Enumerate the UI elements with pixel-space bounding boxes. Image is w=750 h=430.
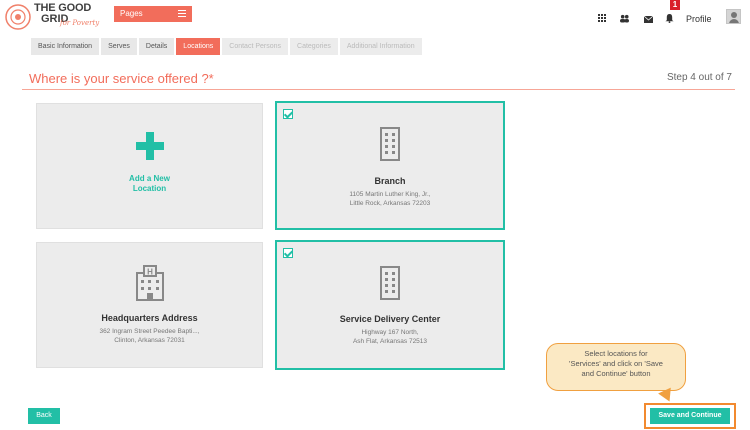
card-address-service-delivery-center: Highway 167 North, Ash Flat, Arkansas 72… <box>277 328 503 346</box>
tab-details[interactable]: Details <box>138 38 175 55</box>
divider <box>22 89 735 90</box>
location-card-service-delivery-center[interactable]: Service Delivery Center Highway 167 Nort… <box>275 240 505 370</box>
save-highlight-frame: Save and Continue <box>644 403 736 429</box>
wizard-tabs: Basic Information Serves Details Locatio… <box>31 38 424 55</box>
add-location-label-line-2: Location <box>132 184 167 193</box>
bell-icon[interactable] <box>665 14 674 23</box>
top-bar: THE GOOD GRID for Poverty Pages 1 Profil… <box>0 0 750 34</box>
hamburger-icon <box>178 10 186 17</box>
tab-additional-information[interactable]: Additional Information <box>339 38 422 55</box>
save-and-continue-button[interactable]: Save and Continue <box>650 408 730 424</box>
apps-grid-icon[interactable] <box>598 14 607 23</box>
card-title-service-delivery-center: Service Delivery Center <box>339 314 441 324</box>
page-title: Where is your service offered ?* <box>29 71 214 86</box>
pages-label: Pages <box>120 9 143 18</box>
address-line-2: Clinton, Arkansas 72031 <box>114 337 185 344</box>
instruction-callout: Select locations for 'Services' and clic… <box>546 343 686 391</box>
svg-text:H: H <box>147 268 153 277</box>
building-icon <box>380 127 400 161</box>
users-icon[interactable] <box>620 14 629 23</box>
step-indicator: Step 4 out of 7 <box>666 72 732 83</box>
mail-icon[interactable] <box>644 15 653 24</box>
address-line-2: Ash Flat, Arkansas 72513 <box>352 338 428 345</box>
card-title-headquarters: Headquarters Address <box>101 313 198 323</box>
tab-serves[interactable]: Serves <box>101 38 137 55</box>
checkbox-checked-icon[interactable] <box>283 109 293 119</box>
tab-locations[interactable]: Locations <box>176 38 221 55</box>
notification-badge: 1 <box>670 0 680 10</box>
plus-icon-bar <box>135 142 164 150</box>
callout-line-2: 'Services' and click on 'Save <box>569 359 663 368</box>
address-line-1: 362 Ingram Street Peedee Bapti..., <box>99 328 200 335</box>
profile-link[interactable]: Profile <box>686 14 712 24</box>
address-line-1: 1105 Martin Luther King, Jr., <box>349 191 431 198</box>
avatar[interactable] <box>726 9 741 24</box>
location-card-branch[interactable]: Branch 1105 Martin Luther King, Jr., Lit… <box>275 101 505 230</box>
tab-categories[interactable]: Categories <box>290 38 338 55</box>
building-icon <box>380 266 400 300</box>
add-location-label: Add a New Location <box>37 174 262 194</box>
add-location-label-line-1: Add a New <box>129 174 170 183</box>
hospital-building-icon: H <box>135 265 164 301</box>
tab-contact-persons[interactable]: Contact Persons <box>222 38 289 55</box>
add-location-card[interactable]: Add a New Location <box>36 103 263 229</box>
location-card-headquarters[interactable]: H Headquarters Address 362 Ingram Street… <box>36 242 263 368</box>
callout-line-1: Select locations for <box>584 349 648 358</box>
address-line-1: Highway 167 North, <box>361 329 419 336</box>
callout-line-3: and Continue' button <box>581 369 651 378</box>
logo-tagline: for Poverty <box>60 19 100 27</box>
pages-button[interactable]: Pages <box>114 6 192 22</box>
back-button[interactable]: Back <box>28 408 60 424</box>
card-title-branch: Branch <box>374 176 406 186</box>
address-line-2: Little Rock, Arkansas 72203 <box>349 200 431 207</box>
checkbox-checked-icon[interactable] <box>283 248 293 258</box>
card-address-branch: 1105 Martin Luther King, Jr., Little Roc… <box>277 190 503 208</box>
card-address-headquarters: 362 Ingram Street Peedee Bapti..., Clint… <box>37 327 262 345</box>
logo[interactable]: THE GOOD GRID for Poverty <box>4 2 104 32</box>
logo-icon <box>5 4 31 30</box>
tab-basic-information[interactable]: Basic Information <box>31 38 100 55</box>
